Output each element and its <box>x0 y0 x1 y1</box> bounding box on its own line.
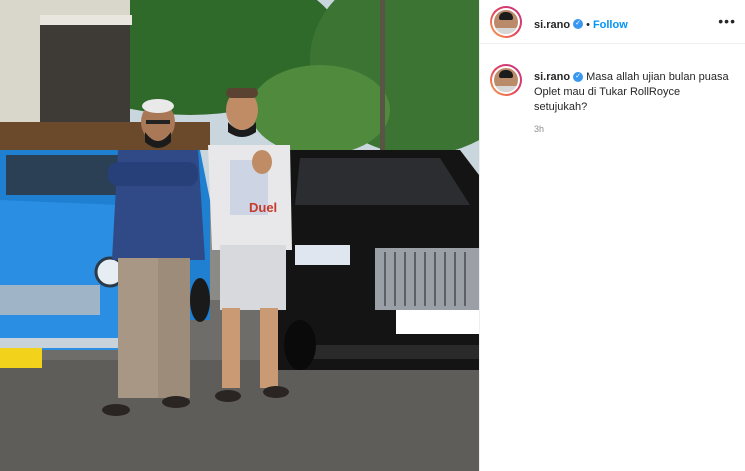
more-options-icon[interactable]: ••• <box>718 14 736 28</box>
verified-badge-icon: ✓ <box>573 18 584 29</box>
follow-button[interactable]: Follow <box>593 19 628 31</box>
caption-text-block: si.rano ✓ Masa allah ujian bulan puasa Op… <box>534 70 734 115</box>
profile-avatar[interactable] <box>490 6 522 38</box>
post-timestamp[interactable]: 3h <box>534 124 544 134</box>
rolls-royce-car <box>275 150 479 370</box>
post-header: si.rano ✓ • Follow ••• <box>480 0 745 44</box>
separator-dot: • <box>586 19 590 31</box>
photo-illustration: Duel <box>0 0 479 471</box>
caption-avatar[interactable] <box>490 64 522 96</box>
username-link[interactable]: si.rano <box>534 19 570 31</box>
caption-verified-icon: ✓ <box>573 72 584 83</box>
shirt-print-text: Duel <box>249 200 277 215</box>
post-side-panel: si.rano ✓ • Follow ••• si.rano ✓ Masa allah … <box>479 0 745 471</box>
caption-username[interactable]: si.rano <box>534 71 570 83</box>
post-photo[interactable]: Duel <box>0 0 479 471</box>
header-user-row: si.rano ✓ • Follow <box>534 15 628 33</box>
